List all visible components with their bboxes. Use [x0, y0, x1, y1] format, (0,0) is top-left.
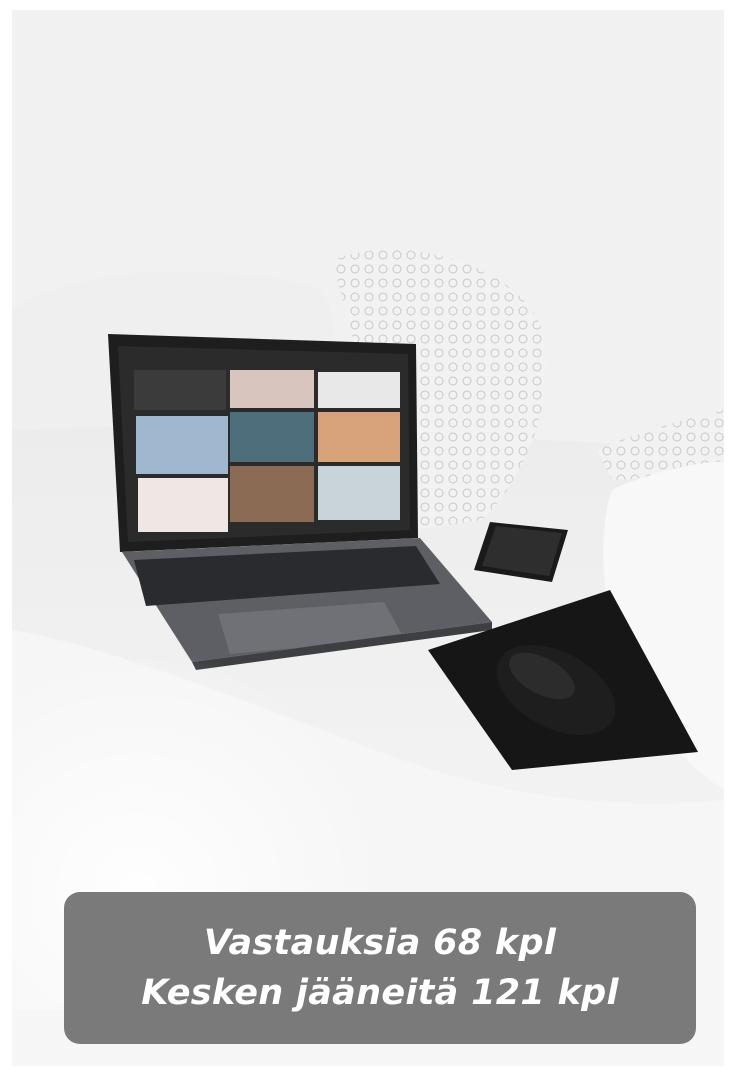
responses-count-text: Vastauksia 68 kpl	[203, 923, 557, 963]
incomplete-count-text: Kesken jääneitä 121 kpl	[141, 973, 619, 1013]
caption-box: Vastauksia 68 kpl Kesken jääneitä 121 kp…	[64, 892, 696, 1044]
